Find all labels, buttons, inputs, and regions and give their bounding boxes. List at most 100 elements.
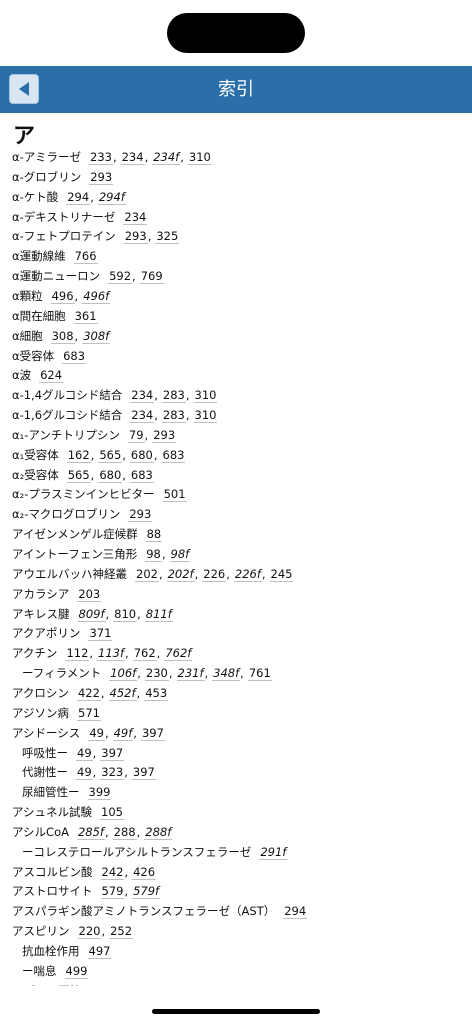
page-link[interactable]: 234 (130, 388, 155, 404)
page-link[interactable]: 762 (132, 646, 157, 662)
page-link[interactable]: 308 (50, 328, 75, 344)
page-link[interactable]: 49 (76, 745, 93, 761)
page-link[interactable]: 683 (161, 447, 186, 463)
page-link[interactable]: 496 (50, 288, 75, 304)
page-link[interactable]: 283 (161, 388, 186, 404)
page-link[interactable]: 811f (144, 606, 173, 622)
page-link[interactable]: 49f (112, 725, 134, 741)
page-link[interactable]: 293 (128, 507, 153, 523)
page-link[interactable]: 49 (76, 765, 93, 781)
page-link[interactable]: 294f (97, 189, 126, 205)
section-heading: ア (13, 124, 36, 149)
page-link[interactable]: 453 (144, 685, 169, 701)
page-link[interactable]: 203 (77, 586, 102, 602)
page-link[interactable]: 105 (100, 805, 124, 821)
page-link[interactable]: 202f (166, 566, 195, 582)
page-link[interactable]: 233 (89, 150, 113, 165)
page-link[interactable]: 762f (164, 646, 193, 662)
page-link[interactable]: 291f (259, 844, 288, 860)
page-link[interactable]: 565 (66, 467, 91, 483)
page-link[interactable]: 761 (247, 666, 272, 682)
home-indicator[interactable] (152, 1009, 320, 1014)
page-link[interactable]: 348f (212, 666, 241, 682)
page-link[interactable]: 502 (89, 983, 113, 986)
page-link[interactable]: 79 (127, 427, 145, 443)
page-link[interactable]: 452f (108, 685, 137, 701)
page-separator: , (124, 765, 128, 780)
page-link[interactable]: 245 (269, 566, 294, 582)
page-link[interactable]: 88 (145, 527, 163, 543)
page-link[interactable]: 293 (123, 229, 148, 245)
page-link[interactable]: 499 (64, 963, 89, 979)
page-link[interactable]: 285f (76, 824, 105, 840)
page-link[interactable]: 683 (62, 348, 87, 364)
page-link[interactable]: 769 (139, 269, 164, 285)
page-link[interactable]: 234 (123, 209, 148, 225)
page-link[interactable]: 397 (100, 745, 125, 761)
index-entry: α顆粒 496, 496f (12, 286, 111, 306)
page-link[interactable]: 766 (73, 249, 98, 265)
page-link[interactable]: 579 (100, 884, 125, 900)
index-entry: α₂-プラスミンインヒビター 501 (12, 484, 187, 504)
page-link[interactable]: 293 (152, 427, 177, 443)
page-link[interactable]: 294 (283, 904, 308, 920)
page-link[interactable]: 230 (144, 666, 169, 682)
page-link[interactable]: 293 (89, 169, 114, 185)
page-link[interactable]: 113f (97, 646, 126, 662)
page-link[interactable]: 592 (108, 269, 133, 285)
page-link[interactable]: 234f (152, 150, 181, 165)
page-link[interactable]: 112 (65, 646, 90, 662)
page-link[interactable]: 288 (112, 824, 137, 840)
page-separator: , (133, 725, 137, 740)
index-entry: α波 624 (12, 365, 64, 385)
page-link[interactable]: 680 (98, 467, 123, 483)
page-link[interactable]: 310 (193, 408, 218, 424)
page-link[interactable]: 810 (113, 606, 138, 622)
page-link[interactable]: 252 (109, 924, 134, 940)
page-link[interactable]: 98f (169, 547, 191, 562)
page-link[interactable]: 288f (144, 824, 173, 840)
page-link[interactable]: 202 (135, 566, 159, 582)
page-link[interactable]: 579f (132, 884, 161, 900)
index-list: ア α-アミラーゼ 233, 234, 234f, 310 α-グロブリン 293 α-ケト酸… (0, 113, 472, 986)
page-link[interactable]: 242 (100, 864, 125, 880)
page-link[interactable]: 680 (129, 447, 154, 463)
page-link[interactable]: 308f (82, 328, 111, 344)
page-link[interactable]: 624 (39, 368, 64, 384)
page-link[interactable]: 422 (76, 685, 101, 701)
page-link[interactable]: 397 (131, 765, 156, 781)
page-link[interactable]: 220 (77, 924, 102, 940)
index-entry: α-1,4グルコシド結合 234, 283, 310 (12, 385, 218, 405)
page-link[interactable]: 234 (130, 408, 155, 424)
page-link[interactable]: 325 (155, 229, 180, 245)
page-link[interactable]: 294 (66, 189, 91, 205)
page-separator: , (104, 824, 109, 839)
page-link[interactable]: 226 (202, 566, 227, 582)
page-link[interactable]: 310 (187, 150, 212, 165)
page-link[interactable]: 231f (176, 666, 205, 682)
page-link[interactable]: 98 (145, 547, 162, 562)
page-link[interactable]: 501 (162, 487, 187, 503)
page-link[interactable]: 234 (120, 150, 145, 165)
index-entry: α受容体 683 (12, 346, 87, 366)
page-link[interactable]: 683 (129, 467, 154, 483)
page-separator: , (154, 388, 158, 403)
index-entry: アスパラギン酸アミノトランスフェラーゼ（AST） 294 (12, 901, 308, 921)
page-link[interactable]: 809f (77, 606, 106, 622)
page-link[interactable]: 426 (132, 864, 157, 880)
page-link[interactable]: 323 (100, 765, 125, 781)
page-link[interactable]: 571 (77, 705, 101, 721)
page-link[interactable]: 361 (73, 308, 98, 324)
page-link[interactable]: 496f (82, 288, 111, 304)
page-link[interactable]: 497 (87, 944, 112, 959)
page-link[interactable]: 371 (88, 626, 113, 642)
page-link[interactable]: 162 (66, 447, 91, 463)
page-link[interactable]: 226f (233, 566, 262, 582)
page-link[interactable]: 399 (87, 785, 112, 801)
page-link[interactable]: 310 (193, 388, 218, 404)
page-link[interactable]: 283 (161, 408, 186, 424)
page-link[interactable]: 106f (109, 666, 138, 682)
page-link[interactable]: 565 (98, 447, 123, 463)
page-link[interactable]: 49 (88, 725, 105, 741)
page-link[interactable]: 397 (140, 725, 165, 741)
